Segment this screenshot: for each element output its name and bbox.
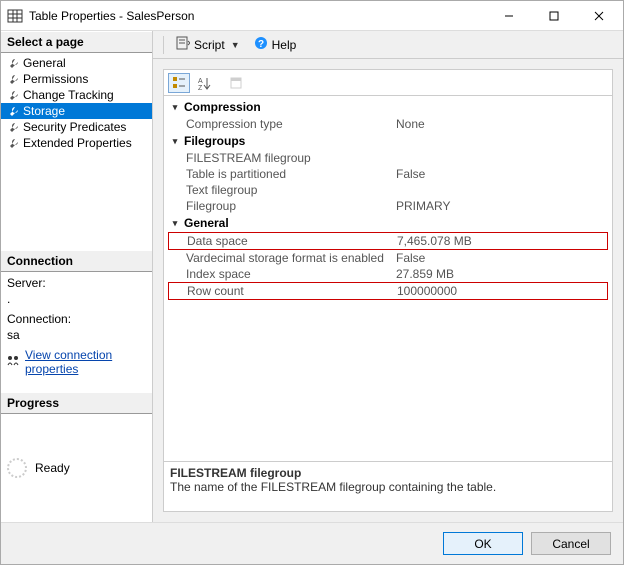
help-label: Help: [272, 38, 297, 52]
category-label: General: [184, 216, 229, 230]
category-general[interactable]: ▾ General: [168, 214, 608, 232]
table-icon: [7, 8, 23, 24]
right-panel: Script ▼ ? Help AZ ▾Compress: [153, 31, 623, 522]
maximize-button[interactable]: [531, 1, 576, 30]
progress-spinner-icon: [7, 458, 27, 478]
expand-icon[interactable]: ▾: [170, 136, 180, 147]
property-value: [396, 151, 608, 165]
connection-value: sa: [7, 328, 146, 342]
wrench-icon: [7, 122, 19, 133]
script-button[interactable]: Script ▼: [172, 34, 244, 55]
property-name: Table is partitioned: [186, 167, 396, 181]
property-value: 100000000: [397, 284, 607, 298]
property-row[interactable]: Vardecimal storage format is enabledFals…: [168, 250, 608, 266]
property-row[interactable]: Data space7,465.078 MB: [168, 232, 608, 250]
property-row[interactable]: Text filegroup: [168, 182, 608, 198]
property-pages-button: [225, 73, 247, 93]
category-filegroups[interactable]: ▾ Filegroups: [168, 132, 608, 150]
titlebar: Table Properties - SalesPerson: [1, 1, 623, 31]
property-value: False: [396, 251, 608, 265]
property-name: Filegroup: [186, 199, 396, 213]
page-item-permissions[interactable]: Permissions: [1, 71, 152, 87]
description-text: The name of the FILESTREAM filegroup con…: [170, 480, 606, 494]
svg-text:?: ?: [258, 39, 264, 50]
wrench-icon: [7, 138, 19, 149]
category-label: Filegroups: [184, 134, 245, 148]
page-item-change-tracking[interactable]: Change Tracking: [1, 87, 152, 103]
property-name: Data space: [187, 234, 397, 248]
left-panel: Select a page General Permissions Change T…: [1, 31, 153, 522]
property-grid-container: AZ ▾ Compression Compression typeNone ▾ File…: [163, 69, 613, 512]
property-value: False: [396, 167, 608, 181]
connection-body: Server: . Connection: sa View connection…: [1, 272, 152, 392]
property-grid-toolbar: AZ: [164, 70, 612, 96]
categorized-view-button[interactable]: [168, 73, 190, 93]
connection-header: Connection: [1, 250, 152, 272]
property-name: Vardecimal storage format is enabled: [186, 251, 396, 265]
svg-text:Z: Z: [198, 85, 203, 90]
wrench-icon: [7, 90, 19, 101]
expand-icon[interactable]: ▾: [170, 102, 180, 113]
dialog-footer: OK Cancel: [1, 522, 623, 564]
wrench-icon: [7, 58, 19, 69]
page-item-label: Extended Properties: [23, 136, 132, 150]
minimize-button[interactable]: [486, 1, 531, 30]
page-item-general[interactable]: General: [1, 55, 152, 71]
alphabetical-view-button[interactable]: AZ: [193, 73, 215, 93]
window-title: Table Properties - SalesPerson: [29, 9, 486, 23]
progress-header: Progress: [1, 392, 152, 414]
property-grid[interactable]: ▾ Compression Compression typeNone ▾ Filegro…: [164, 96, 612, 461]
page-item-storage[interactable]: Storage: [1, 103, 152, 119]
page-list: General Permissions Change Tracking Storage…: [1, 53, 152, 153]
view-connection-properties-link[interactable]: View connection properties: [25, 348, 146, 376]
page-item-label: Security Predicates: [23, 120, 126, 134]
property-value: 27.859 MB: [396, 267, 608, 281]
page-item-security-predicates[interactable]: Security Predicates: [1, 119, 152, 135]
chevron-down-icon: ▼: [231, 40, 240, 50]
connection-label: Connection:: [7, 312, 146, 326]
property-name: Compression type: [186, 117, 396, 131]
page-item-extended-properties[interactable]: Extended Properties: [1, 135, 152, 151]
property-row[interactable]: FILESTREAM filegroup: [168, 150, 608, 166]
property-row[interactable]: Compression typeNone: [168, 116, 608, 132]
property-name: Row count: [187, 284, 397, 298]
script-label: Script: [194, 38, 225, 52]
ok-button[interactable]: OK: [443, 532, 523, 555]
server-label: Server:: [7, 276, 146, 290]
help-icon: ?: [254, 36, 268, 53]
connection-properties-icon: [7, 354, 21, 369]
toolbar: Script ▼ ? Help: [153, 31, 623, 59]
category-label: Compression: [184, 100, 261, 114]
property-name: Text filegroup: [186, 183, 396, 197]
wrench-icon: [7, 106, 19, 117]
page-item-label: Change Tracking: [23, 88, 114, 102]
progress-body: Ready: [1, 414, 152, 523]
description-title: FILESTREAM filegroup: [170, 466, 606, 480]
expand-icon[interactable]: ▾: [170, 218, 180, 229]
property-row[interactable]: Index space27.859 MB: [168, 266, 608, 282]
property-row[interactable]: FilegroupPRIMARY: [168, 198, 608, 214]
property-name: FILESTREAM filegroup: [186, 151, 396, 165]
close-button[interactable]: [576, 1, 621, 30]
script-icon: [176, 36, 190, 53]
progress-text: Ready: [35, 461, 70, 475]
page-item-label: Storage: [23, 104, 65, 118]
property-value: PRIMARY: [396, 199, 608, 213]
property-value: [396, 183, 608, 197]
property-value: None: [396, 117, 608, 131]
property-row[interactable]: Table is partitionedFalse: [168, 166, 608, 182]
category-compression[interactable]: ▾ Compression: [168, 98, 608, 116]
cancel-button[interactable]: Cancel: [531, 532, 611, 555]
select-page-header: Select a page: [1, 31, 152, 53]
help-button[interactable]: ? Help: [250, 34, 301, 55]
page-item-label: General: [23, 56, 66, 70]
property-value: 7,465.078 MB: [397, 234, 607, 248]
server-value: .: [7, 292, 146, 306]
svg-text:A: A: [198, 78, 203, 85]
property-name: Index space: [186, 267, 396, 281]
page-item-label: Permissions: [23, 72, 88, 86]
description-pane: FILESTREAM filegroup The name of the FIL…: [164, 461, 612, 511]
property-row[interactable]: Row count100000000: [168, 282, 608, 300]
wrench-icon: [7, 74, 19, 85]
